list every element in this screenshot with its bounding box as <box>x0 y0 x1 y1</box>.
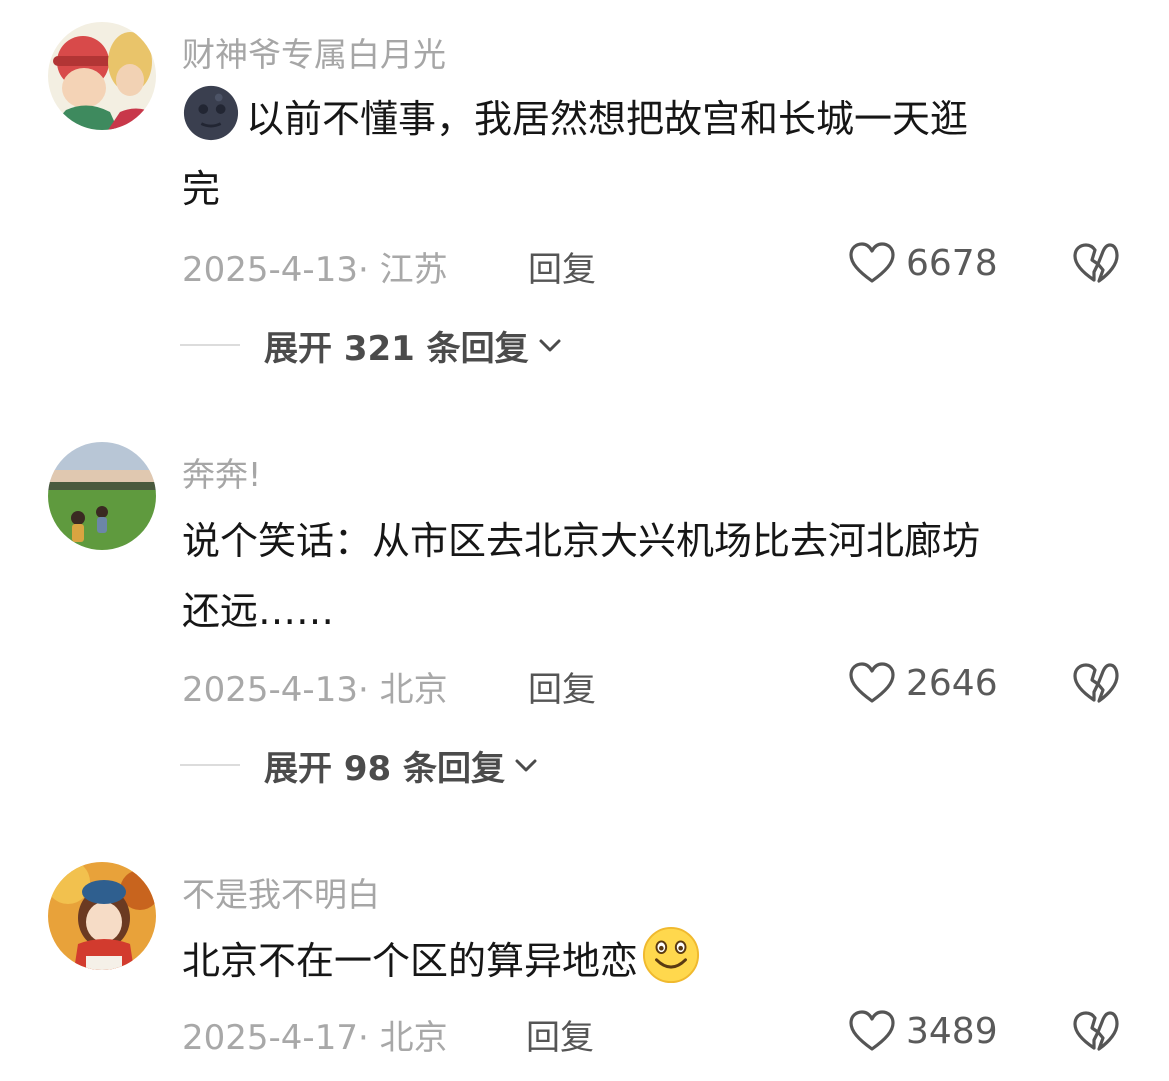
broken-heart-outline-icon[interactable] <box>1072 242 1120 286</box>
divider <box>180 764 240 766</box>
grinning-face-emoji <box>642 926 700 984</box>
reply-button[interactable]: 回复 <box>528 242 596 291</box>
like-button[interactable]: 6678 <box>848 240 998 286</box>
heart-outline-icon <box>849 242 895 283</box>
dark-moon-face-emoji <box>183 85 239 141</box>
comment-text-line: 北京不在一个区的算异地恋 <box>182 939 639 983</box>
username[interactable]: 不是我不明白 <box>182 868 380 916</box>
username[interactable]: 奔奔! <box>182 448 261 496</box>
username[interactable]: 财神爷专属白月光 <box>182 28 446 76</box>
like-count: 6678 <box>906 242 998 284</box>
avatar[interactable] <box>48 862 156 970</box>
avatar[interactable] <box>48 442 156 550</box>
heart-outline-icon <box>849 1010 895 1051</box>
comment-text-line: 说个笑话：从市区去北京大兴机场比去河北廊坊 <box>182 519 981 563</box>
like-count: 3489 <box>906 1010 998 1052</box>
comment-text: 说个笑话：从市区去北京大兴机场比去河北廊坊 还远…… <box>182 506 1112 646</box>
heart-outline-icon <box>849 662 895 703</box>
chevron-down-icon <box>515 759 537 772</box>
comment-text: 以前不懂事，我居然想把故宫和长城一天逛 完 <box>182 84 1112 224</box>
expand-replies-label: 展开 321 条回复 <box>264 328 529 369</box>
expand-replies-label: 展开 98 条回复 <box>264 748 505 789</box>
broken-heart-outline-icon[interactable] <box>1072 1010 1120 1054</box>
comment-meta: 2025-4-13· 江苏 <box>182 250 448 290</box>
comment-text-line: 完 <box>182 167 221 211</box>
comment-text-line: 还远…… <box>182 589 335 633</box>
reply-button[interactable]: 回复 <box>526 1010 594 1059</box>
comment-text: 北京不在一个区的算异地恋 <box>182 926 1112 996</box>
comment-text-line: 以前不懂事，我居然想把故宫和长城一天逛 <box>246 97 969 141</box>
comment-meta: 2025-4-13· 北京 <box>182 670 448 710</box>
reply-button[interactable]: 回复 <box>528 662 596 711</box>
expand-replies-button[interactable]: 展开 98 条回复 <box>180 745 539 789</box>
broken-heart-outline-icon[interactable] <box>1072 662 1120 706</box>
like-count: 2646 <box>906 662 998 704</box>
expand-replies-button[interactable]: 展开 321 条回复 <box>180 325 563 369</box>
chevron-down-icon <box>539 339 561 352</box>
like-button[interactable]: 2646 <box>848 660 998 706</box>
divider <box>180 344 240 346</box>
avatar[interactable] <box>48 22 156 130</box>
like-button[interactable]: 3489 <box>848 1008 998 1054</box>
comment-meta: 2025-4-17· 北京 <box>182 1018 448 1058</box>
